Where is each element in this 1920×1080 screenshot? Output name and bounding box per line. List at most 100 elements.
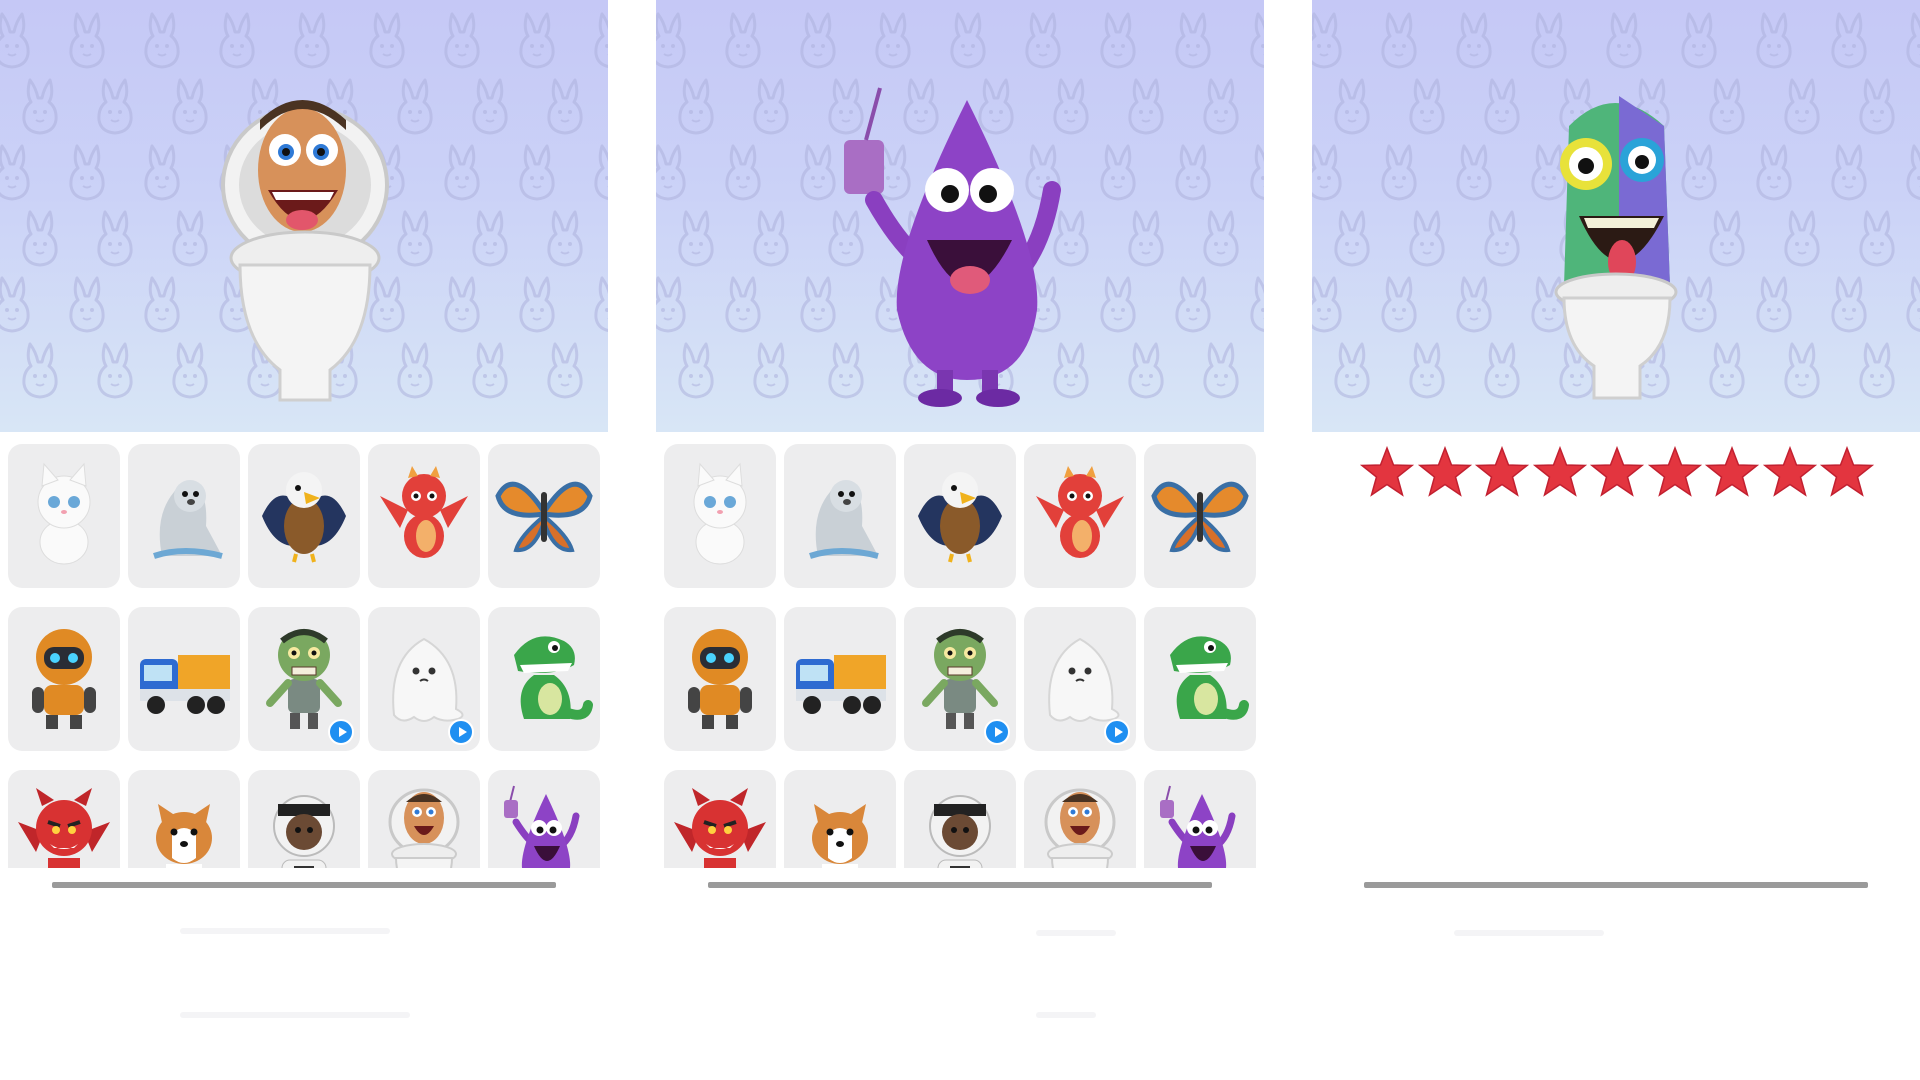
bunny-pattern-icon — [1312, 274, 1346, 334]
bunny-pattern-icon — [18, 340, 62, 400]
sticker-tile-red-dragon[interactable] — [368, 444, 480, 588]
sticker-tile-astronaut[interactable] — [248, 770, 360, 868]
sticker-tile-orange-robot[interactable] — [8, 607, 120, 751]
bunny-pattern-icon — [1171, 274, 1215, 334]
bunny-pattern-icon — [1705, 76, 1749, 136]
star-icon[interactable] — [1360, 446, 1414, 498]
sticker-tile-corgi-dog[interactable] — [784, 770, 896, 868]
sticker-tile-zombie[interactable] — [248, 607, 360, 751]
skibidi-toilet-character[interactable] — [210, 90, 400, 410]
bunny-pattern-icon — [1677, 10, 1721, 70]
sticker-tile-corgi-dog[interactable] — [128, 770, 240, 868]
bunny-pattern-icon — [1199, 208, 1243, 268]
sticker-tile-ghost[interactable] — [368, 607, 480, 751]
star-icon[interactable] — [1705, 446, 1759, 498]
bunny-pattern-icon — [1780, 208, 1824, 268]
sticker-tile-white-cat[interactable] — [664, 444, 776, 588]
sticker-tile-ghost[interactable] — [1024, 607, 1136, 751]
hero-banner — [656, 0, 1264, 432]
sticker-tile-butterfly[interactable] — [488, 444, 600, 588]
star-icon[interactable] — [1647, 446, 1702, 498]
bunny-pattern-icon — [543, 208, 587, 268]
sticker-tile-red-dragon[interactable] — [1024, 444, 1136, 588]
sticker-tile-skibidi-toilet-man[interactable] — [1024, 770, 1136, 868]
star-icon[interactable] — [1532, 446, 1587, 498]
bunny-pattern-icon — [1330, 76, 1374, 136]
sticker-tile-eagle[interactable] — [904, 444, 1016, 588]
bunny-pattern-icon — [656, 10, 690, 70]
faint-placeholder — [1454, 930, 1604, 936]
bunny-pattern-icon — [1752, 142, 1796, 202]
play-icon[interactable] — [448, 719, 474, 745]
bunny-pattern-icon — [1171, 10, 1215, 70]
star-icon[interactable] — [1475, 446, 1529, 498]
sticker-tile-green-dinosaur[interactable] — [488, 607, 600, 751]
bunny-pattern-icon — [440, 10, 484, 70]
bunny-pattern-icon — [1246, 10, 1264, 70]
grimace-blob-character[interactable] — [822, 80, 1112, 410]
bunny-pattern-icon — [1780, 76, 1824, 136]
phone-screen-2 — [656, 0, 1264, 1080]
bunny-pattern-icon — [440, 142, 484, 202]
bunny-pattern-icon — [1527, 10, 1571, 70]
bunny-pattern-icon — [140, 142, 184, 202]
bunny-pattern-icon — [65, 10, 109, 70]
star-icon[interactable] — [1820, 446, 1874, 498]
bunny-pattern-icon — [65, 274, 109, 334]
bunny-pattern-icon — [365, 10, 409, 70]
sticker-tile-purple-grimace-blob[interactable] — [1144, 770, 1256, 868]
sticker-tile-seal[interactable] — [128, 444, 240, 588]
play-icon[interactable] — [328, 719, 354, 745]
bunny-pattern-icon — [749, 76, 793, 136]
bunny-pattern-icon — [796, 10, 840, 70]
bunny-pattern-icon — [0, 274, 34, 334]
sticker-tile-green-dinosaur[interactable] — [1144, 607, 1256, 751]
scrollbar[interactable] — [1364, 882, 1868, 888]
sticker-tile-butterfly[interactable] — [1144, 444, 1256, 588]
sticker-tile-seal[interactable] — [784, 444, 896, 588]
bunny-pattern-icon — [1199, 340, 1243, 400]
bunny-pattern-icon — [674, 208, 718, 268]
bunny-pattern-icon — [93, 340, 137, 400]
bunny-pattern-icon — [674, 340, 718, 400]
bunny-pattern-icon — [215, 10, 259, 70]
bunny-pattern-icon — [1330, 340, 1374, 400]
bunny-pattern-icon — [468, 208, 512, 268]
sticker-tile-zombie[interactable] — [904, 607, 1016, 751]
rainbow-toilet-monster-character[interactable] — [1524, 86, 1704, 406]
star-icon[interactable] — [1762, 446, 1817, 498]
sticker-tile-astronaut[interactable] — [904, 770, 1016, 868]
scrollbar[interactable] — [708, 882, 1212, 888]
sticker-tile-white-cat[interactable] — [8, 444, 120, 588]
star-icon[interactable] — [1417, 446, 1472, 498]
bunny-pattern-icon — [1902, 142, 1920, 202]
bunny-pattern-icon — [749, 208, 793, 268]
star-icon[interactable] — [1590, 446, 1644, 498]
bunny-pattern-icon — [749, 340, 793, 400]
faint-placeholder — [1036, 930, 1116, 936]
bunny-pattern-icon — [1312, 10, 1346, 70]
scrollbar[interactable] — [52, 882, 556, 888]
rating-stars[interactable] — [1360, 446, 1880, 498]
bunny-pattern-icon — [590, 274, 608, 334]
sticker-tile-purple-grimace-blob[interactable] — [488, 770, 600, 868]
bunny-pattern-icon — [515, 274, 559, 334]
bunny-pattern-icon — [1171, 142, 1215, 202]
bunny-pattern-icon — [1199, 76, 1243, 136]
play-icon[interactable] — [1104, 719, 1130, 745]
bunny-pattern-icon — [1855, 208, 1899, 268]
play-icon[interactable] — [984, 719, 1010, 745]
sticker-tile-orange-robot[interactable] — [664, 607, 776, 751]
faint-placeholder — [180, 928, 390, 934]
sticker-tile-red-devil[interactable] — [8, 770, 120, 868]
sticker-tile-dump-truck[interactable] — [128, 607, 240, 751]
bunny-pattern-icon — [1124, 340, 1168, 400]
sticker-tile-dump-truck[interactable] — [784, 607, 896, 751]
bunny-pattern-icon — [721, 10, 765, 70]
sticker-tile-eagle[interactable] — [248, 444, 360, 588]
bunny-pattern-icon — [1452, 142, 1496, 202]
hero-banner — [1312, 0, 1920, 432]
sticker-tile-skibidi-toilet-man[interactable] — [368, 770, 480, 868]
sticker-tile-red-devil[interactable] — [664, 770, 776, 868]
bunny-pattern-icon — [1377, 274, 1421, 334]
